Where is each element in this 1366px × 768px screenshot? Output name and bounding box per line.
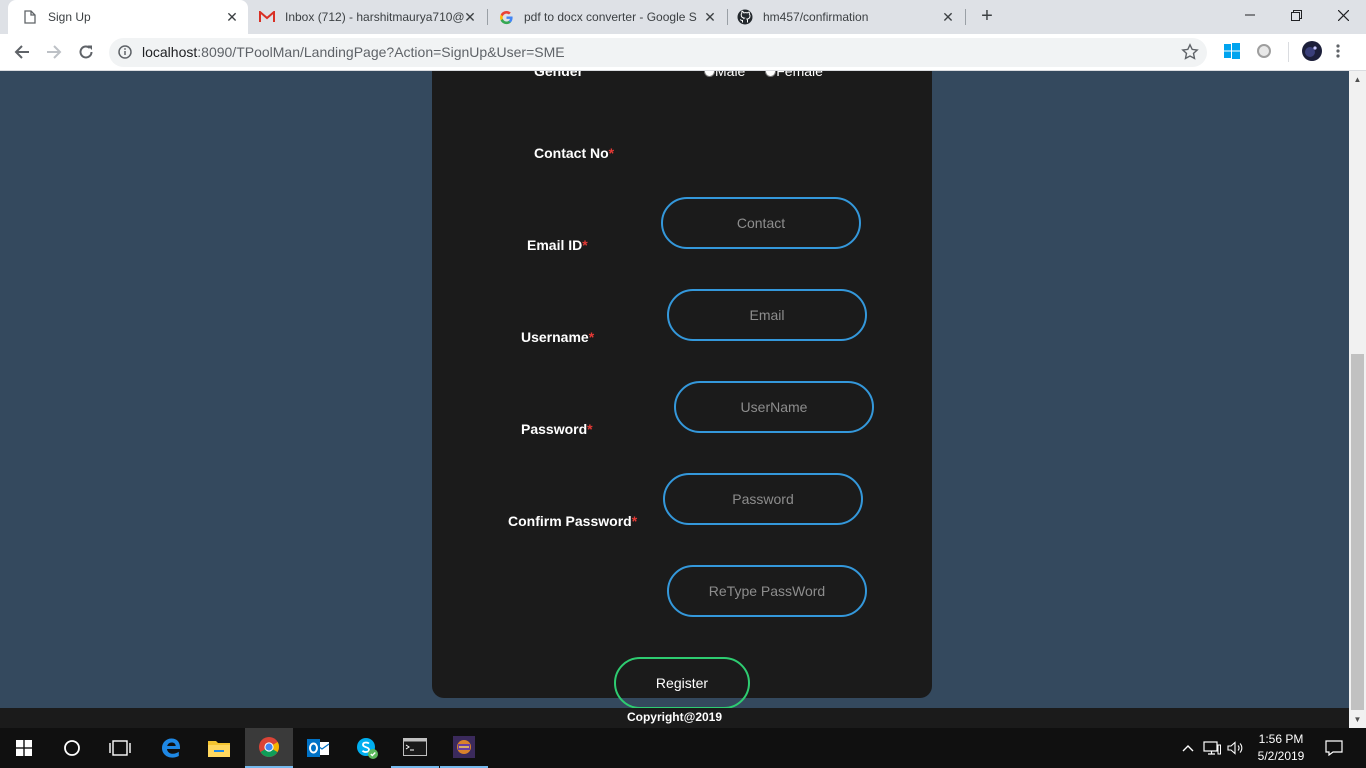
page-viewport: Gender Male Female Contact No* Email ID*…	[0, 71, 1349, 708]
required-marker: *	[588, 329, 595, 345]
minimize-button[interactable]	[1227, 0, 1273, 30]
tab-gmail-inbox[interactable]: Inbox (712) - harshitmaurya710@ ✕	[250, 0, 486, 34]
password-input[interactable]	[663, 473, 863, 525]
extension-circle-icon[interactable]	[1256, 43, 1274, 61]
confirm-password-input[interactable]	[667, 565, 867, 617]
gender-female-radio[interactable]	[765, 71, 777, 77]
show-hidden-icons-chevron-icon[interactable]	[1178, 728, 1198, 768]
tab-label: Inbox (712) - harshitmaurya710@	[285, 10, 465, 24]
start-button[interactable]	[0, 728, 48, 768]
clock-date: 5/2/2019	[1257, 749, 1305, 763]
page-footer: Copyright@2019	[0, 708, 1349, 728]
contact-label-text: Contact No	[534, 145, 609, 161]
gender-label-text: Gender	[534, 71, 584, 79]
restore-button[interactable]	[1273, 0, 1319, 30]
username-label: Username*	[521, 329, 594, 345]
required-marker: *	[587, 421, 593, 437]
app-game-icon[interactable]	[440, 728, 488, 768]
action-center-icon[interactable]	[1320, 728, 1348, 768]
contact-input[interactable]	[661, 197, 861, 249]
windows-taskbar: 1:56 PM 5/2/2019	[0, 728, 1366, 768]
close-icon[interactable]: ✕	[702, 9, 718, 25]
close-icon[interactable]: ✕	[224, 9, 240, 25]
volume-icon[interactable]	[1225, 728, 1247, 768]
confirm-password-label-text: Confirm Password	[508, 513, 632, 529]
close-icon[interactable]: ✕	[940, 9, 956, 25]
tab-sign-up[interactable]: Sign Up ✕	[8, 0, 248, 34]
signup-card: Gender Male Female Contact No* Email ID*…	[432, 71, 932, 708]
scrollbar-thumb[interactable]	[1351, 354, 1364, 710]
gender-options: Male Female	[704, 71, 823, 79]
bookmark-star-icon[interactable]	[1181, 43, 1199, 61]
task-view-icon[interactable]	[96, 728, 144, 768]
scroll-down-arrow-icon[interactable]: ▼	[1352, 714, 1363, 725]
url-text: localhost:8090/TPoolMan/LandingPage?Acti…	[142, 44, 565, 60]
outlook-icon[interactable]	[294, 728, 342, 768]
tab-label: hm457/confirmation	[763, 10, 869, 24]
username-label-text: Username	[521, 329, 589, 345]
page-icon	[22, 9, 38, 25]
email-label-text: Email ID	[527, 237, 583, 253]
copyright-text: Copyright@2019	[626, 710, 723, 724]
confirm-password-label: Confirm Password*	[508, 513, 637, 529]
close-window-button[interactable]	[1320, 0, 1366, 30]
search-cortana-icon[interactable]	[48, 728, 96, 768]
username-input[interactable]	[674, 381, 874, 433]
address-bar[interactable]: localhost:8090/TPoolMan/LandingPage?Acti…	[109, 38, 1207, 67]
contact-label: Contact No*	[534, 145, 614, 161]
url-path: :8090/TPoolMan/LandingPage?Action=SignUp…	[197, 44, 565, 60]
toolbar-divider	[1288, 42, 1289, 62]
required-marker: *	[608, 145, 615, 161]
menu-icon[interactable]	[1336, 43, 1342, 61]
back-button[interactable]	[9, 40, 35, 64]
clock-time: 1:56 PM	[1258, 732, 1304, 746]
skype-icon[interactable]	[343, 728, 391, 768]
profile-avatar[interactable]	[1302, 41, 1322, 61]
new-tab-button[interactable]: +	[976, 5, 998, 29]
gender-label: Gender	[534, 71, 583, 79]
required-marker: *	[582, 237, 588, 253]
register-button[interactable]: Register	[614, 657, 750, 708]
required-marker: *	[631, 513, 638, 529]
taskbar-clock[interactable]: 1:56 PM 5/2/2019	[1248, 731, 1314, 765]
tab-google-search[interactable]: pdf to docx converter - Google S ✕	[488, 0, 726, 34]
google-icon	[498, 9, 514, 25]
password-label: Password*	[521, 421, 593, 437]
password-label-text: Password	[521, 421, 588, 437]
browser-tab-strip: Sign Up ✕ Inbox (712) - harshitmaurya710…	[0, 0, 1366, 34]
edge-browser-icon[interactable]	[147, 728, 195, 768]
command-prompt-icon[interactable]	[391, 728, 439, 768]
network-icon[interactable]	[1201, 728, 1223, 768]
email-input[interactable]	[667, 289, 867, 341]
scroll-up-arrow-icon[interactable]: ▲	[1352, 74, 1363, 85]
gender-female-label: Female	[776, 71, 823, 79]
email-label: Email ID*	[527, 237, 588, 253]
github-icon	[737, 9, 753, 25]
info-icon[interactable]	[118, 45, 132, 59]
url-host: localhost	[142, 44, 198, 60]
gender-male-radio[interactable]	[704, 71, 715, 77]
close-icon[interactable]: ✕	[462, 9, 478, 25]
gender-male-label: Male	[715, 71, 746, 79]
tab-label: pdf to docx converter - Google S	[524, 10, 697, 24]
browser-toolbar: localhost:8090/TPoolMan/LandingPage?Acti…	[0, 34, 1366, 71]
file-explorer-icon[interactable]	[195, 728, 243, 768]
chrome-icon[interactable]	[245, 728, 293, 768]
windows-extension-icon[interactable]	[1224, 43, 1242, 61]
tab-label: Sign Up	[48, 10, 91, 24]
tab-divider	[965, 9, 966, 25]
tab-github[interactable]: hm457/confirmation ✕	[728, 0, 964, 34]
gmail-icon	[259, 9, 275, 25]
reload-button[interactable]	[73, 40, 99, 64]
forward-button[interactable]	[41, 40, 67, 64]
page-scrollbar[interactable]: ▲ ▼	[1349, 71, 1366, 728]
